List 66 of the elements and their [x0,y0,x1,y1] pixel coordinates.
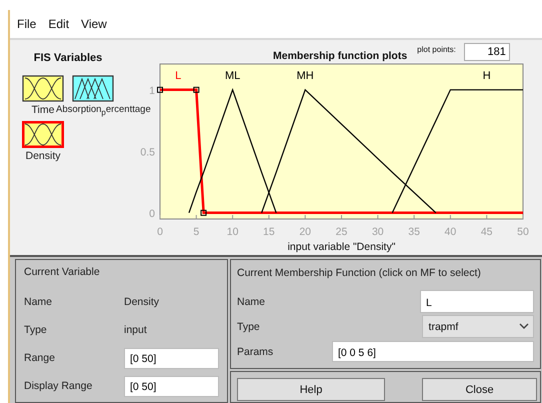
tick-label: 40 [444,226,456,238]
dialog-button[interactable]: Close [422,378,537,401]
tick-mark [377,214,378,220]
tick-label: 30 [372,226,384,238]
tick-label: 0 [157,226,163,238]
variable-label: Density [25,150,60,162]
vertex-marker[interactable] [157,86,163,93]
value-text: input [124,324,147,336]
menu-item[interactable]: Edit [45,17,78,31]
curve-label: H [482,70,491,82]
tick-label: 45 [480,226,493,238]
tick-mark [341,214,342,220]
menu-item[interactable]: File [14,17,46,31]
curve-label: MH [296,70,314,82]
section-title: FIS Variables [32,52,104,64]
params-field[interactable]: [0 0 5 6] [332,341,534,362]
tick-label: 1 [149,84,155,97]
membership-curve[interactable] [261,88,436,214]
vertex-marker[interactable] [193,86,200,93]
variable-label: Absorption$_{p}$ercenttage [56,104,151,117]
field-label: Display Range [24,380,94,392]
tick-label: 0 [149,208,155,220]
field-label: Name [24,296,54,308]
field-label: Type [237,320,261,332]
type-dropdown[interactable]: trapmf [422,315,534,338]
chevron-down-icon [519,323,529,330]
tick-mark [268,214,270,220]
panel-title: Current Membership Function (click on MF to select) [237,267,482,279]
curve-label: L [175,70,182,82]
tick-label: 25 [336,226,348,238]
variable-icon[interactable] [22,75,64,102]
tick-mark [414,214,415,220]
tick-label: 15 [263,226,275,238]
field-label: Range [24,352,56,364]
range-field[interactable]: [0 50] [124,348,219,368]
tick-mark [196,214,197,220]
curve-label: ML [224,70,240,82]
membership-curve[interactable] [188,88,277,213]
variable-icon[interactable] [22,120,64,148]
axis-title: input variable "Density" [288,241,396,253]
name-field[interactable]: L [420,290,534,313]
dialog-button[interactable]: Help [237,378,385,401]
chart-title: Membership function plots [273,50,408,62]
tick-mark [522,214,524,220]
plot-points-label: plot points: [417,45,456,54]
value-text: Density [124,296,160,308]
display-range-field[interactable]: [0 50] [124,376,219,396]
tick-label: 20 [299,226,312,238]
tick-label: 35 [408,226,420,238]
tick-mark [232,214,234,220]
variable-label: Time [32,104,54,116]
tick-mark [450,214,451,220]
field-label: Type [24,324,48,336]
menu-item[interactable]: View [78,17,116,31]
field-label: Name [237,296,266,308]
tick-label: 50 [517,226,529,238]
tick-mark [486,214,488,220]
tick-mark [304,214,306,220]
vertex-marker[interactable] [200,210,207,216]
variable-icon[interactable] [72,75,114,102]
tick-label: 10 [226,226,238,238]
tick-label: 0.5 [140,146,155,158]
tick-label: 5 [193,226,200,238]
plot-points-field[interactable]: 181 [464,43,510,61]
field-label: Params [237,346,274,358]
panel-title: Current Variable [24,266,101,278]
